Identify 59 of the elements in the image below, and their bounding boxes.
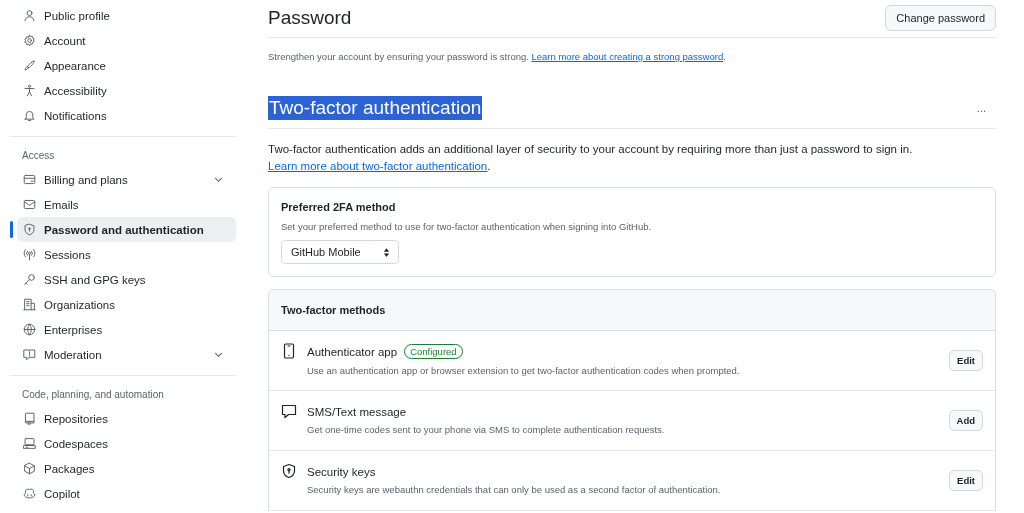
more-options-button[interactable]: ... <box>976 102 986 114</box>
sidebar-item[interactable]: Enterprises <box>17 317 236 342</box>
two-factor-description: Two-factor authentication adds an additional layer of security to your account by requiring more than just a password to sign in. Learn more about two-factor authentication. <box>268 142 914 174</box>
section-heading: Code, planning, and automation <box>21 388 165 402</box>
change-password-button[interactable]: Change password <box>885 5 996 31</box>
person-icon <box>23 9 36 22</box>
mail-icon <box>23 198 36 211</box>
method-title: Authenticator app <box>307 345 398 358</box>
method-action-button[interactable]: Add <box>948 409 983 431</box>
card-title: Preferred 2FA method <box>281 201 397 213</box>
sidebar-item[interactable]: Public profile <box>17 3 236 28</box>
selected-indicator <box>10 221 13 238</box>
sidebar-item[interactable]: Billing and plans <box>17 167 236 192</box>
method-title: Security keys <box>307 465 376 478</box>
broadcast-icon <box>23 248 36 261</box>
sidebar-item[interactable]: SSH and GPG keys <box>17 267 236 292</box>
shieldkey-icon <box>281 463 297 479</box>
bell-icon <box>23 109 36 122</box>
building-icon <box>23 298 36 311</box>
section-heading: Access <box>21 149 56 163</box>
panel-header: Two-factor methods <box>269 290 995 331</box>
sidebar-item[interactable]: Repositories <box>17 406 236 431</box>
sidebar-item[interactable]: Account <box>17 28 236 53</box>
sidebar-item[interactable]: Organizations <box>17 292 236 317</box>
select-arrows-icon <box>382 246 390 258</box>
sidebar-item[interactable]: Accessibility <box>17 78 236 103</box>
sidebar-item[interactable]: Emails <box>17 192 236 217</box>
sidebar-item[interactable]: Packages <box>17 456 236 481</box>
method-description: Get one-time codes sent to your phone via SMS to complete authentication requests. <box>307 423 666 435</box>
laptop-icon <box>23 437 36 450</box>
page-title: Password <box>268 7 352 29</box>
card-icon <box>23 173 36 186</box>
comment-icon <box>281 403 297 419</box>
sidebar-item[interactable]: Notifications <box>17 103 236 128</box>
sidebar-item[interactable]: Password and authentication <box>17 217 236 242</box>
method-select[interactable]: GitHub Mobile <box>281 240 399 264</box>
brush-icon <box>23 59 36 72</box>
sidebar-item[interactable]: Copilot <box>17 481 236 506</box>
sidebar-item[interactable]: Moderation <box>17 342 236 367</box>
method-title: SMS/Text message <box>307 405 407 418</box>
method-description: Security keys are webauthn credentials that can only be used as a second factor of authentication. <box>307 483 722 495</box>
device-icon <box>281 343 297 359</box>
package-icon <box>23 462 36 475</box>
copilot-icon <box>23 487 36 500</box>
key-icon <box>23 273 36 286</box>
password-hint: Strengthen your account by ensuring your password is strong. Learn more about creating a strong password. <box>268 51 727 62</box>
method-action-button[interactable]: Edit <box>949 349 983 371</box>
shield-icon <box>23 223 36 236</box>
card-description: Set your preferred method to use for two-factor authentication when signing into GitHub. <box>281 221 653 232</box>
method-description: Use an authentication app or browser extension to get two-factor authentication codes when prompted. <box>307 365 741 376</box>
globe-icon <box>23 323 36 336</box>
sidebar-item[interactable]: Codespaces <box>17 431 236 456</box>
section-title: Two-factor authentication <box>268 96 483 120</box>
method-action-button[interactable]: Edit <box>949 469 983 491</box>
sidebar-item[interactable]: Sessions <box>17 242 236 267</box>
repo-icon <box>23 412 36 425</box>
sidebar-item[interactable]: Appearance <box>17 53 236 78</box>
accessibility-icon <box>23 84 36 97</box>
gear-icon <box>23 34 36 47</box>
